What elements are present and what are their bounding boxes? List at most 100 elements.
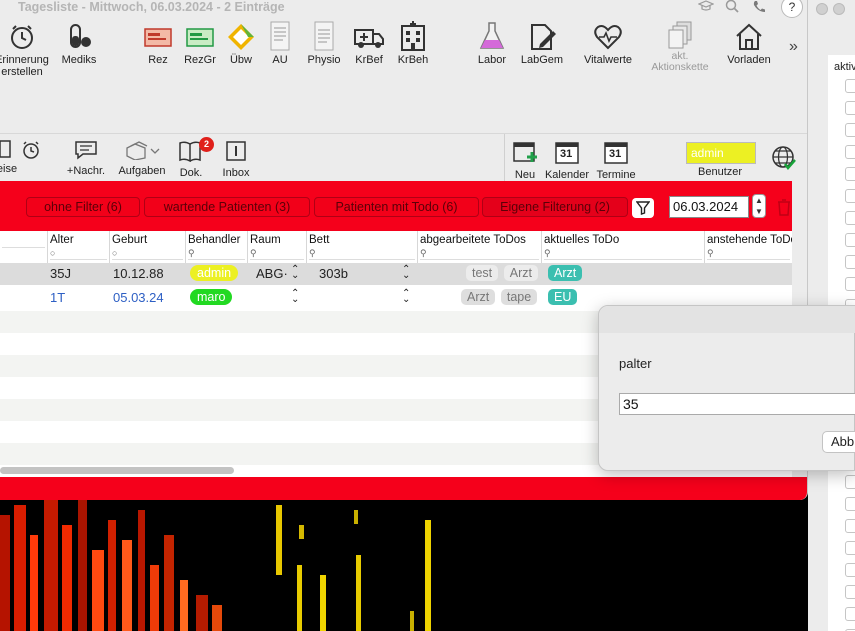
help-button[interactable]: ? (781, 0, 803, 18)
date-stepper[interactable]: ▲ ▼ (752, 194, 766, 218)
window-close-dot[interactable] (816, 3, 828, 15)
toolbar-more-button[interactable]: » (789, 38, 798, 56)
todo-current-badge[interactable]: EU (548, 289, 578, 305)
notification-badge: 2 (199, 137, 214, 152)
todo-done-badge[interactable]: tape (500, 289, 538, 305)
todo-done-badge[interactable]: test (466, 265, 499, 281)
toolbar-au-button[interactable]: AU (268, 18, 292, 66)
table-row[interactable]: 35J 10.12.88 admin ABG· ⌃ ⌄ 303b ⌃ ⌄ test … (0, 263, 792, 285)
globe-check-icon[interactable] (771, 145, 797, 174)
search-icon[interactable]: ⚲ (188, 248, 245, 260)
filter-eigene-button[interactable]: Eigene Filterung (2) (482, 197, 628, 217)
cell-bett[interactable]: 303b (319, 266, 348, 281)
termine-button[interactable]: 31 Termine (595, 140, 637, 181)
search-icon[interactable]: ⚲ (309, 248, 415, 260)
calendar-button[interactable]: 31 Kalender (543, 140, 591, 181)
graduation-cap-icon[interactable] (697, 0, 715, 14)
dokumente-button[interactable]: Dok. 2 (177, 137, 214, 179)
phone-icon[interactable] (752, 0, 766, 15)
todo-done-badge[interactable]: Arzt (461, 289, 496, 305)
row-checkbox[interactable] (845, 101, 855, 115)
todo-current-badge[interactable]: Arzt (548, 265, 583, 281)
dialog-header (599, 306, 855, 333)
row-checkbox[interactable] (845, 277, 855, 291)
row-checkbox[interactable] (845, 541, 855, 555)
toolbar-labor-button[interactable]: Labor (474, 18, 510, 66)
column-header-alter[interactable]: Alter ○ (48, 231, 110, 263)
column-header-raum[interactable]: Raum ⚲ (248, 231, 307, 263)
row-checkbox[interactable] (845, 255, 855, 269)
toolbar-vorladen-button[interactable]: Vorladen (724, 18, 774, 66)
search-icon[interactable]: ⚲ (707, 248, 790, 260)
search-icon[interactable] (725, 0, 740, 15)
toolbar-rezgr-button[interactable]: RezGr (183, 18, 217, 66)
cancel-button[interactable]: Abbrechen (822, 431, 855, 453)
search-icon[interactable]: ⚲ (250, 248, 304, 260)
reise-label: eise (0, 163, 18, 175)
search-icon[interactable]: ⚲ (544, 248, 702, 260)
toolbar-vitalwerte-button[interactable]: Vitalwerte (580, 18, 636, 66)
row-checkbox[interactable] (845, 563, 855, 577)
cell-raum[interactable]: ABG· (256, 266, 288, 281)
toolbar-rez-button[interactable]: Rez (142, 18, 174, 66)
column-title: Bett (309, 234, 330, 246)
filter-radio[interactable]: ○ (50, 248, 107, 260)
alarm-button[interactable] (20, 140, 42, 163)
horizontal-scrollbar[interactable] (0, 467, 234, 474)
column-header-bett[interactable]: Bett ⚲ (307, 231, 418, 263)
behandler-badge[interactable]: admin (190, 265, 239, 281)
todo-done-badge[interactable]: Arzt (503, 265, 539, 281)
background-shape (92, 550, 104, 631)
toolbar-erinnerung-button[interactable]: Erinnerung erstellen (0, 18, 50, 78)
stepper-icon[interactable]: ⌃ ⌄ (291, 265, 299, 281)
row-checkbox[interactable] (845, 497, 855, 511)
search-icon[interactable]: ⚲ (420, 248, 539, 260)
column-header-abgearbeitete[interactable]: abgearbeitete ToDos ⚲ (418, 231, 542, 263)
row-checkbox[interactable] (845, 79, 855, 93)
filter-wartende-button[interactable]: wartende Patienten (3) (144, 197, 310, 217)
filter-radio[interactable]: ○ (112, 248, 183, 260)
date-field[interactable]: 06.03.2024 (669, 196, 749, 218)
toolbar-label: Vitalwerte (583, 54, 633, 66)
filter-ohne-button[interactable]: ohne Filter (6) (26, 197, 140, 217)
dialog-input[interactable]: 35 (619, 393, 855, 415)
column-header-geburt[interactable]: Geburt ○ (110, 231, 186, 263)
column-header-behandler[interactable]: Behandler ⚲ (186, 231, 248, 263)
row-checkbox[interactable] (845, 475, 855, 489)
row-checkbox[interactable] (845, 211, 855, 225)
filter-todo-button[interactable]: Patienten mit Todo (6) (314, 197, 479, 217)
toolbar-physio-button[interactable]: Physio (305, 18, 343, 66)
stepper-icon[interactable]: ⌃ ⌄ (291, 289, 299, 305)
new-appointment-button[interactable]: Neu (511, 140, 539, 181)
toolbar-aktionskette-button[interactable]: akt. Aktionskette (646, 18, 714, 73)
toolbar-label: Labor (477, 54, 507, 66)
inbox-button[interactable]: Inbox (221, 140, 251, 179)
row-checkbox[interactable] (845, 233, 855, 247)
reise-button[interactable]: eise (0, 140, 22, 175)
user-label: Benutzer (698, 166, 743, 178)
column-header-aktuelles[interactable]: aktuelles ToDo ⚲ (542, 231, 705, 263)
behandler-badge[interactable]: maro (190, 289, 233, 305)
toolbar-uebw-button[interactable]: Übw (226, 18, 256, 66)
stepper-icon[interactable]: ⌃ ⌄ (402, 265, 410, 281)
stepper-icon[interactable]: ⌃ ⌄ (402, 289, 410, 305)
trash-icon[interactable] (776, 198, 792, 219)
toolbar-mediks-button[interactable]: Mediks (58, 18, 100, 66)
row-checkbox[interactable] (845, 519, 855, 533)
row-checkbox[interactable] (845, 189, 855, 203)
toolbar-krbef-button[interactable]: KrBef (352, 18, 386, 66)
window-minimize-dot[interactable] (833, 3, 845, 15)
new-message-button[interactable]: +Nachr. (64, 140, 108, 177)
user-field[interactable]: admin (686, 142, 756, 164)
row-checkbox[interactable] (845, 123, 855, 137)
column-header-anstehende[interactable]: anstehende ToDo ⚲ (705, 231, 792, 263)
funnel-icon[interactable] (632, 198, 654, 218)
toolbar-labgem-button[interactable]: LabGem (518, 18, 566, 66)
row-checkbox[interactable] (845, 607, 855, 621)
toolbar-krbeh-button[interactable]: KrBeh (395, 18, 431, 66)
window-title: Tagesliste - Mittwoch, 06.03.2024 - 2 Ei… (18, 0, 285, 14)
row-checkbox[interactable] (845, 145, 855, 159)
row-checkbox[interactable] (845, 167, 855, 181)
aufgaben-button[interactable]: Aufgaben (116, 140, 168, 177)
row-checkbox[interactable] (845, 585, 855, 599)
